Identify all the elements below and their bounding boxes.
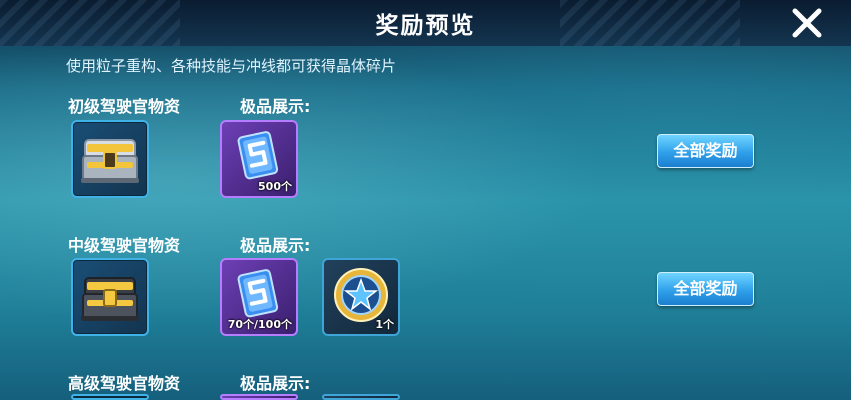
close-button[interactable] — [784, 2, 830, 44]
tier-header-intermediate: 中级驾驶官物资 极品展示: — [68, 232, 310, 256]
tier-name: 初级驾驶官物资 — [68, 97, 181, 116]
item-quantity: 70个/100个 — [227, 318, 292, 331]
tier-name: 高级驾驶官物资 — [68, 374, 181, 393]
junior-supply-chest[interactable] — [71, 120, 149, 198]
reward-hint-text: 使用粒子重构、各种技能与冲线都可获得晶体碎片 — [66, 57, 397, 75]
senior-reward-slot-1[interactable] — [220, 394, 298, 400]
page-title: 奖励预览 — [375, 13, 476, 39]
tier-header-senior: 高级驾驶官物资 极品展示: — [68, 370, 310, 394]
item-quantity: 500个 — [258, 180, 292, 193]
silver-gold-chest-icon — [81, 139, 139, 183]
junior-crystal-reward[interactable]: 500个 — [220, 120, 298, 198]
showcase-label: 极品展示: — [240, 236, 311, 255]
intermediate-medal-reward[interactable]: 1个 — [322, 258, 400, 336]
intermediate-supply-chest[interactable] — [71, 258, 149, 336]
showcase-label: 极品展示: — [240, 374, 311, 393]
senior-supply-chest[interactable] — [71, 394, 149, 400]
showcase-label: 极品展示: — [240, 97, 311, 116]
tier-header-junior: 初级驾驶官物资 极品展示: — [68, 93, 310, 117]
senior-reward-slot-2[interactable] — [322, 394, 400, 400]
all-rewards-button-junior[interactable]: 全部奖励 — [657, 134, 754, 168]
intermediate-crystal-reward[interactable]: 70个/100个 — [220, 258, 298, 336]
item-quantity: 1个 — [375, 318, 394, 331]
all-rewards-button-intermediate[interactable]: 全部奖励 — [657, 272, 754, 306]
tier-name: 中级驾驶官物资 — [68, 236, 181, 255]
close-icon — [792, 8, 822, 38]
gold-black-chest-icon — [81, 277, 139, 321]
